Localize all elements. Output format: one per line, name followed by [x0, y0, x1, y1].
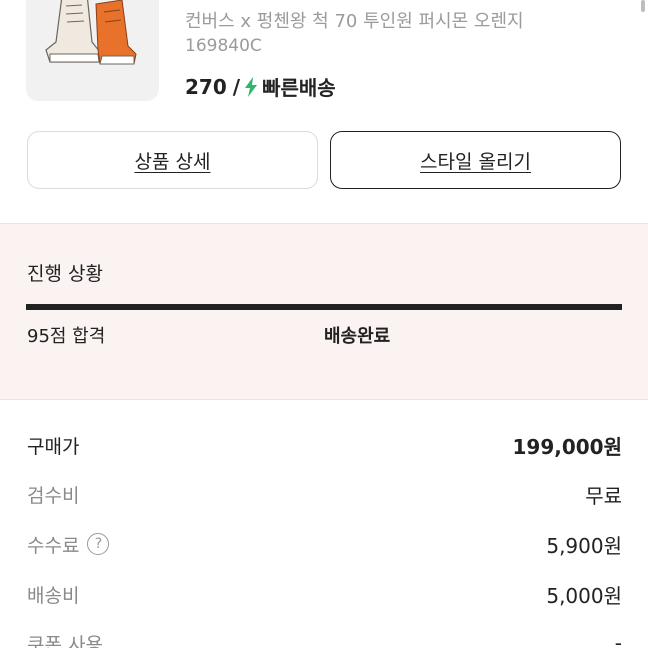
fast-shipping-label: 빠른배송 — [262, 76, 336, 100]
product-section: 컨버스 x 펑첸왕 척 70 투인원 퍼시몬 오렌지 169840C 270 /… — [0, 0, 648, 215]
price-row-coupon: 쿠폰 사용 - — [27, 628, 622, 648]
fee-label: 수수료 — [27, 534, 80, 557]
coupon-value: - — [614, 631, 622, 648]
price-row-fee: 수수료 ? 5,900원 — [27, 529, 622, 559]
fee-value: 5,900원 — [546, 533, 622, 558]
progress-bar — [26, 304, 622, 310]
progress-title: 진행 상황 — [27, 263, 103, 285]
fee-label-group: 수수료 ? — [27, 531, 110, 558]
price-row-purchase: 구매가 199,000원 — [27, 430, 622, 460]
lightning-bolt-icon — [245, 76, 258, 97]
product-option: 270 / 빠른배송 — [185, 72, 336, 101]
scrollbar-thumb[interactable] — [641, 0, 645, 12]
product-image[interactable] — [26, 0, 159, 101]
purchase-price-value: 199,000원 — [512, 434, 623, 459]
shipping-fee-value: 5,000원 — [546, 583, 622, 608]
inspection-fee-value: 무료 — [585, 483, 622, 508]
question-circle-icon[interactable]: ? — [87, 533, 110, 555]
product-name: 컨버스 x 펑첸왕 척 70 투인원 퍼시몬 오렌지 — [185, 11, 524, 32]
product-size: 270 — [185, 74, 227, 99]
progress-step-inspection: 95점 합격 — [27, 326, 106, 347]
shipping-fee-label: 배송비 — [27, 584, 80, 607]
progress-section: 진행 상황 95점 합격 배송완료 — [0, 223, 648, 400]
inspection-fee-label: 검수비 — [27, 484, 80, 507]
coupon-label: 쿠폰 사용 — [27, 633, 103, 648]
progress-step-delivered: 배송완료 — [324, 326, 391, 347]
product-detail-button[interactable]: 상품 상세 — [27, 131, 318, 189]
purchase-price-label: 구매가 — [27, 435, 80, 458]
price-row-inspection: 검수비 무료 — [27, 479, 622, 509]
option-separator: / — [232, 74, 241, 99]
product-code: 169840C — [185, 36, 262, 56]
price-row-shipping: 배송비 5,000원 — [27, 579, 622, 609]
post-style-button[interactable]: 스타일 올리기 — [330, 131, 621, 189]
sneaker-image — [45, 0, 137, 65]
